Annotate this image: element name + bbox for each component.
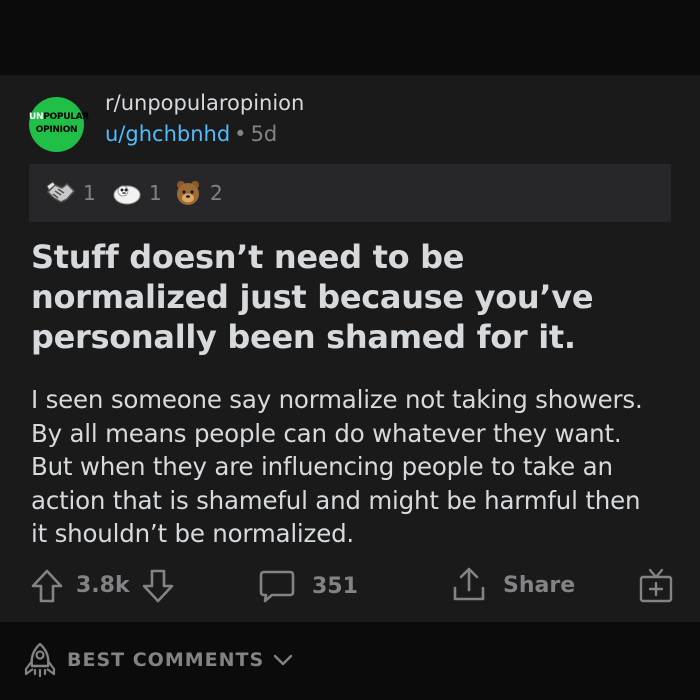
gift-icon [639, 568, 673, 603]
comments-count: 351 [312, 573, 358, 599]
comments-sort-button[interactable]: BEST COMMENTS [23, 641, 296, 679]
handshake-award-icon [45, 178, 77, 208]
upvote-arrow-icon[interactable] [30, 568, 64, 604]
wholesome-seal-award-icon [111, 178, 143, 208]
rocket-icon [24, 642, 56, 678]
post-body-line: I seen someone say normalize not taking … [31, 385, 643, 414]
vote-score: 3.8k [76, 573, 130, 598]
post-body-line: action that is shameful and might be har… [31, 485, 641, 515]
share-label: Share [503, 572, 576, 598]
meta-separator: • [234, 122, 247, 146]
post-body-line: By all means people can do whatever they… [31, 418, 622, 448]
award-bear[interactable]: 2 [172, 178, 223, 208]
upvote-button[interactable] [30, 568, 64, 604]
award-handshake[interactable]: 1 [45, 178, 96, 208]
post-body-line: it shouldn’t be normalized. [31, 519, 355, 548]
post-body: I seen someone say normalize not taking … [31, 383, 681, 551]
bear-award-icon [172, 178, 204, 208]
comments-sort-label: BEST COMMENTS [67, 649, 265, 671]
subreddit-avatar[interactable]: UNPOPULAR OPINION [29, 97, 89, 152]
downvote-arrow-icon[interactable] [141, 568, 175, 604]
post-meta: u/ghchbnhd • 5d [105, 122, 277, 146]
post-title: Stuff doesn’t need to be normalized just… [31, 238, 594, 356]
award-count: 1 [149, 181, 162, 205]
award-count: 1 [83, 181, 96, 205]
awards-bar[interactable]: 1 1 2 [29, 164, 671, 222]
comments-button[interactable]: 351 [258, 568, 358, 604]
award-button[interactable] [637, 566, 675, 604]
share-icon [453, 567, 485, 601]
post-age: 5d [250, 122, 278, 146]
award-wholesome[interactable]: 1 [111, 178, 162, 208]
chevron-down-icon [273, 654, 293, 666]
comment-bubble-icon [259, 570, 295, 603]
downvote-button[interactable] [141, 568, 175, 604]
author-link[interactable]: u/ghchbnhd [105, 122, 230, 146]
share-button[interactable]: Share [451, 566, 575, 604]
subreddit-avatar-text-2: OPINION [35, 125, 78, 135]
post-body-line: But when they are influencing people to … [31, 452, 613, 481]
subreddit-name[interactable]: r/unpopularopinion [105, 91, 304, 115]
top-bar [0, 0, 700, 75]
award-count: 2 [210, 181, 223, 205]
subreddit-avatar-text-1: UNPOPULAR [29, 112, 89, 122]
post-actions: 3.8k 351 Share [0, 560, 700, 610]
